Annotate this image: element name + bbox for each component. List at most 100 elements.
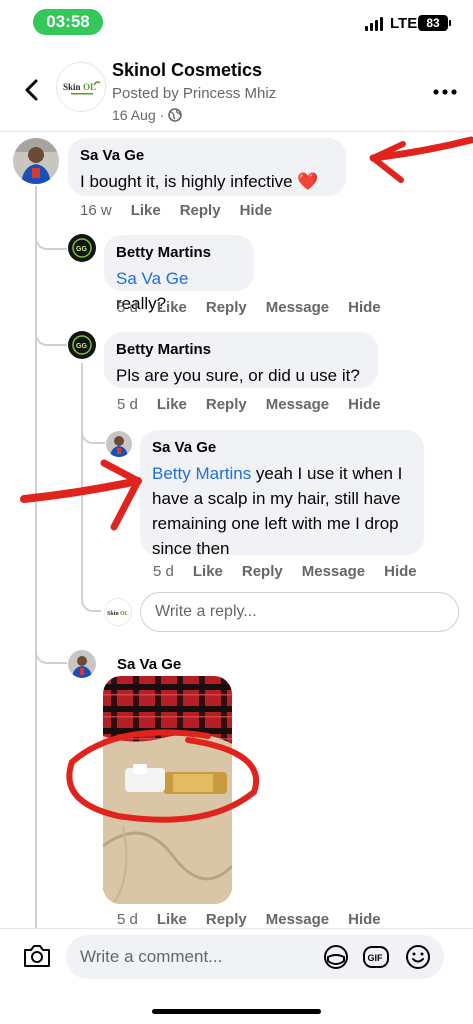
signal-icon	[365, 17, 385, 31]
comment-text-body: I bought it, is highly infective	[80, 172, 293, 191]
post-date: 16 Aug ·	[112, 107, 183, 123]
comment-age: 5 d	[153, 563, 174, 580]
comment-author[interactable]: Sa Va Ge	[80, 146, 334, 166]
like-button[interactable]: Like	[157, 911, 187, 928]
home-indicator	[152, 1009, 321, 1014]
gif-button[interactable]: GIF	[362, 943, 390, 971]
mention-link[interactable]: Sa Va Ge	[116, 269, 188, 288]
hide-button[interactable]: Hide	[384, 563, 417, 580]
user-avatar-icon	[106, 431, 132, 457]
globe-icon	[168, 108, 183, 122]
thread-connector-5	[35, 640, 67, 664]
thread-connector-4	[81, 590, 101, 612]
skinol-logo-icon: Skin OL	[105, 599, 131, 625]
page-logo[interactable]: Skin OL	[56, 62, 106, 112]
product-photo	[103, 676, 232, 904]
battery-icon: 83	[418, 15, 451, 31]
thread-connector-3	[81, 420, 105, 444]
camera-button[interactable]	[22, 943, 52, 969]
thread-connector-1	[35, 226, 67, 250]
comment-age: 5 d	[117, 911, 138, 928]
comment-actions: 5 d Like Reply Message Hide	[117, 396, 400, 413]
comment-age: 5 d	[117, 396, 138, 413]
network-label: LTE	[390, 15, 418, 32]
comment-age: 5 d	[117, 299, 138, 316]
user-avatar-icon	[68, 650, 96, 678]
comment-actions: 5 d Like Reply Message Hide	[153, 563, 436, 580]
reply-button[interactable]: Reply	[180, 202, 221, 219]
comment-actions: 5 d Like Reply Message Hide	[117, 911, 400, 928]
comment-bubble: Sa Va Ge Betty Martins yeah I use it whe…	[140, 430, 424, 558]
svg-text:GG: GG	[76, 246, 87, 253]
skinol-logo-icon: Skin OL	[58, 64, 105, 111]
thread-line-nested	[81, 363, 83, 603]
hide-button[interactable]: Hide	[348, 396, 381, 413]
gif-icon: GIF	[363, 946, 389, 968]
avatar[interactable]	[106, 431, 132, 457]
emoji-button[interactable]	[404, 943, 432, 971]
status-time: 03:58	[33, 9, 103, 35]
comment-actions: 5 d Like Reply Message Hide	[117, 299, 400, 316]
annotation-arrow-top	[369, 136, 473, 183]
date-separator: ·	[159, 107, 165, 123]
message-button[interactable]: Message	[266, 299, 329, 316]
avatar[interactable]: GG	[68, 331, 96, 359]
heart-emoji: ❤️	[297, 172, 319, 191]
hide-button[interactable]: Hide	[348, 299, 381, 316]
reply-input[interactable]: Write a reply...	[140, 592, 459, 632]
svg-text:Skin: Skin	[107, 611, 119, 617]
back-button[interactable]	[18, 76, 46, 104]
comment-bubble: Sa Va Ge I bought it, is highly infectiv…	[68, 138, 346, 196]
more-dots-icon	[433, 89, 457, 95]
avatar[interactable]	[68, 650, 96, 678]
gif-label: GIF	[368, 953, 384, 963]
user-avatar-icon: GG	[68, 331, 96, 359]
svg-text:OL: OL	[83, 82, 96, 92]
page-name[interactable]: Skinol Cosmetics	[112, 60, 262, 81]
comment-text: I bought it, is highly infective ❤️	[80, 169, 334, 194]
comment-author[interactable]: Betty Martins	[116, 243, 242, 263]
like-button[interactable]: Like	[193, 563, 223, 580]
comment-text: Betty Martins yeah I use it when I have …	[152, 461, 412, 561]
comment-photo[interactable]	[103, 676, 232, 904]
status-bar: 03:58 LTE 83	[0, 0, 473, 48]
camera-icon	[24, 945, 50, 967]
post-header: Skin OL Skinol Cosmetics Posted by Princ…	[0, 48, 473, 132]
smiley-icon	[406, 945, 430, 969]
message-button[interactable]: Message	[302, 563, 365, 580]
thread-connector-2	[35, 322, 67, 346]
like-button[interactable]: Like	[157, 299, 187, 316]
chevron-left-icon	[25, 79, 38, 101]
hide-button[interactable]: Hide	[240, 202, 273, 219]
comment-author[interactable]: Sa Va Ge	[117, 655, 181, 675]
comment-age: 16 w	[80, 202, 112, 219]
mention-link[interactable]: Betty Martins	[152, 464, 251, 483]
comment-actions: 16 w Like Reply Hide	[80, 202, 291, 219]
comment-bubble: Betty Martins Pls are you sure, or did u…	[104, 332, 378, 388]
avatar[interactable]	[13, 138, 59, 184]
comment-bubble: Betty Martins Sa Va Ge really?	[104, 235, 254, 313]
hide-button[interactable]: Hide	[348, 911, 381, 928]
more-options-button[interactable]	[432, 84, 458, 95]
reply-button[interactable]: Reply	[206, 299, 247, 316]
like-button[interactable]: Like	[131, 202, 161, 219]
message-button[interactable]: Message	[266, 396, 329, 413]
annotation-arrow-middle	[20, 459, 142, 531]
reply-button[interactable]: Reply	[242, 563, 283, 580]
comment-author[interactable]: Sa Va Ge	[152, 438, 412, 458]
reply-button[interactable]: Reply	[206, 396, 247, 413]
reply-row: Skin OL Write a reply...	[104, 592, 460, 632]
avatar-sticker-button[interactable]	[322, 943, 350, 971]
svg-text:OL: OL	[120, 611, 129, 617]
comment-text: Pls are you sure, or did u use it?	[116, 366, 360, 385]
svg-text:GG: GG	[76, 343, 87, 350]
user-avatar-icon	[13, 138, 59, 184]
page-avatar-small: Skin OL	[104, 598, 132, 626]
svg-text:Skin: Skin	[63, 82, 81, 92]
comment-author[interactable]: Betty Martins	[116, 340, 366, 360]
reply-button[interactable]: Reply	[206, 911, 247, 928]
avatar-sticker-icon	[324, 945, 348, 969]
message-button[interactable]: Message	[266, 911, 329, 928]
like-button[interactable]: Like	[157, 396, 187, 413]
avatar[interactable]: GG	[68, 234, 96, 262]
